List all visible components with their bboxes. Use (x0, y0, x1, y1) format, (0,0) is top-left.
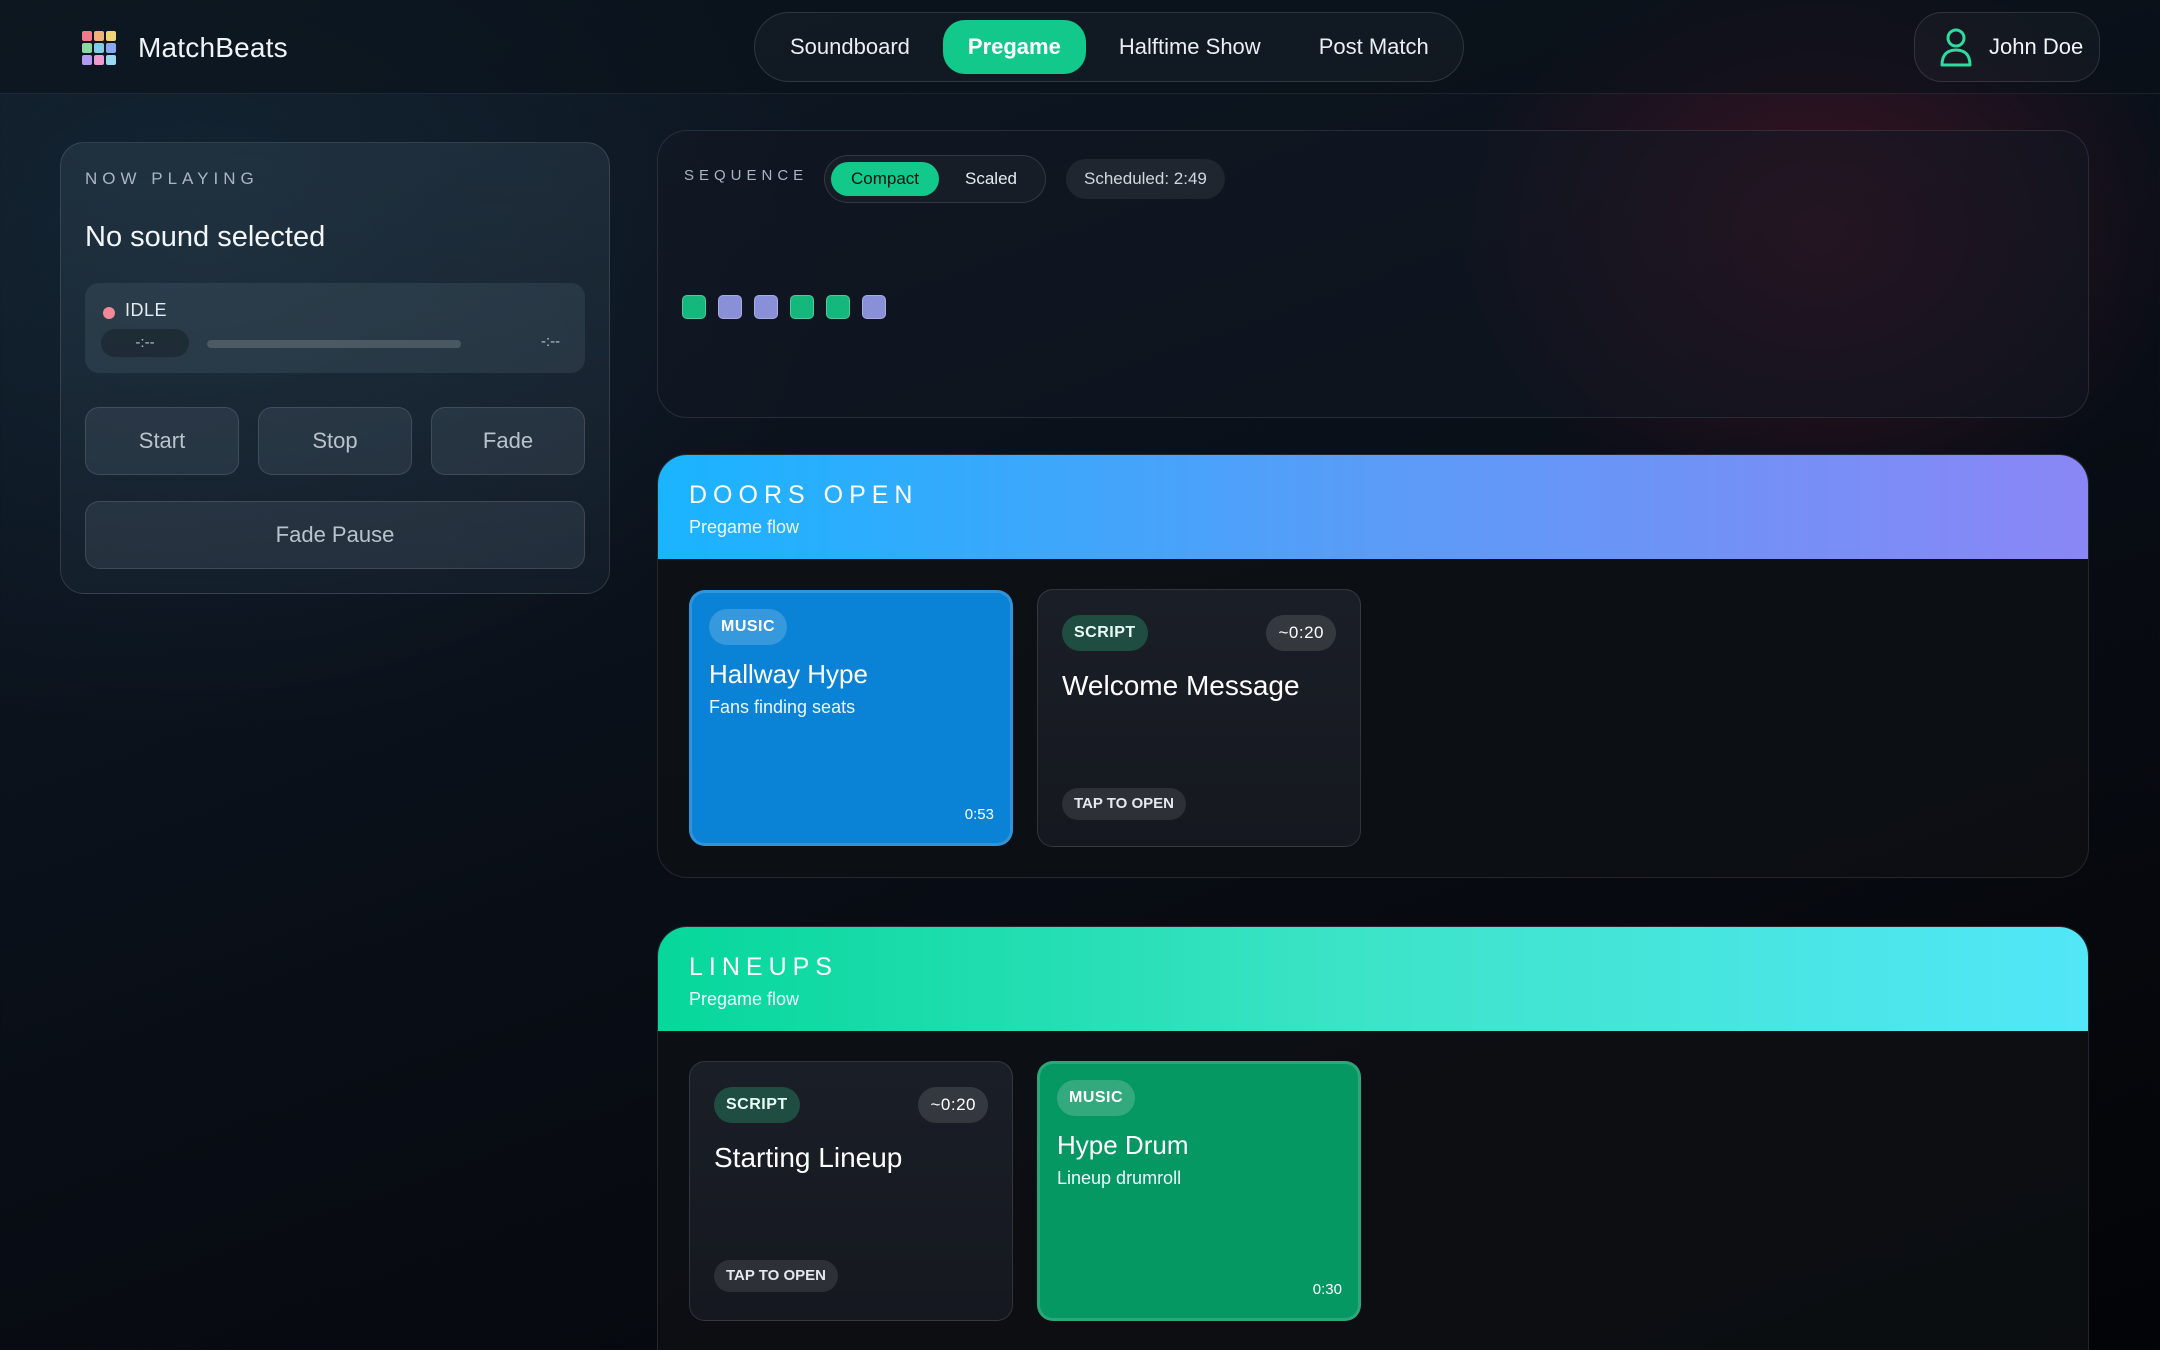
now-playing-panel: NOW PLAYING No sound selected IDLE -:-- … (60, 142, 610, 594)
user-icon (1940, 28, 1972, 67)
tap-to-open-label: TAP TO OPEN (1062, 788, 1187, 820)
card-title: Hype Drum (1057, 1130, 1189, 1160)
script-card-starting-lineup[interactable]: SCRIPT ~0:20 Starting Lineup TAP TO OPEN (689, 1061, 1013, 1321)
script-duration: ~0:20 (1266, 615, 1336, 651)
section-lineups: LINEUPS Pregame flow SCRIPT ~0:20 Starti… (657, 926, 2089, 1350)
script-card-welcome-message[interactable]: SCRIPT ~0:20 Welcome Message TAP TO OPEN (1037, 589, 1361, 847)
sound-card-hallway-hype[interactable]: MUSIC Hallway Hype Fans finding seats 0:… (689, 590, 1013, 846)
card-title: Starting Lineup (714, 1142, 903, 1173)
remaining-time: -:-- (541, 333, 561, 350)
card-duration: 0:30 (1312, 1281, 1342, 1298)
progress-bar[interactable] (207, 340, 461, 348)
tab-soundboard[interactable]: Soundboard (765, 20, 935, 74)
card-subtitle: Fans finding seats (709, 697, 856, 717)
sequence-panel: SEQUENCE Compact Scaled Scheduled: 2:49 (657, 130, 2089, 418)
now-playing-title: No sound selected (85, 221, 326, 253)
card-type-badge: MUSIC (1057, 1080, 1136, 1116)
sequence-block-script[interactable] (754, 295, 778, 319)
tab-pregame[interactable]: Pregame (942, 20, 1086, 74)
app-grid-icon (82, 31, 116, 65)
card-title: Hallway Hype (709, 659, 868, 689)
section-subtitle: Pregame flow (689, 989, 800, 1009)
elapsed-time: -:-- (101, 329, 189, 357)
card-duration: 0:53 (964, 806, 994, 823)
sequence-block-music[interactable] (790, 295, 814, 319)
stop-button[interactable]: Stop (258, 407, 412, 475)
card-type-badge: MUSIC (709, 609, 788, 645)
section-doors-open: DOORS OPEN Pregame flow MUSIC Hallway Hy… (657, 454, 2089, 878)
sound-card-hype-drum[interactable]: MUSIC Hype Drum Lineup drumroll 0:30 (1037, 1061, 1361, 1321)
tap-to-open-label: TAP TO OPEN (714, 1260, 839, 1292)
sequence-block-music[interactable] (826, 295, 850, 319)
section-header: LINEUPS Pregame flow (658, 927, 2088, 1031)
app-name: MatchBeats (138, 32, 288, 63)
card-title: Welcome Message (1062, 670, 1300, 701)
sequence-label: SEQUENCE (684, 167, 809, 184)
sequence-block-music[interactable] (682, 295, 706, 319)
brand[interactable]: MatchBeats (82, 30, 288, 66)
user-menu-button[interactable]: John Doe (1914, 12, 2100, 82)
section-title: LINEUPS (689, 953, 838, 981)
status-text: IDLE (125, 300, 168, 320)
mode-compact[interactable]: Compact (831, 162, 939, 196)
user-name: John Doe (1989, 34, 2084, 59)
section-title: DOORS OPEN (689, 481, 919, 509)
start-button[interactable]: Start (85, 407, 239, 475)
card-type-badge: SCRIPT (714, 1087, 800, 1123)
now-playing-label: NOW PLAYING (85, 169, 259, 188)
sequence-block-script[interactable] (862, 295, 886, 319)
playback-status: IDLE -:-- -:-- (85, 283, 585, 373)
tab-halftime-show[interactable]: Halftime Show (1094, 20, 1286, 74)
sequence-mode-toggle: Compact Scaled (824, 155, 1046, 203)
card-type-badge: SCRIPT (1062, 615, 1148, 651)
sequence-block-script[interactable] (718, 295, 742, 319)
main-nav: Soundboard Pregame Halftime Show Post Ma… (754, 12, 1464, 82)
fade-pause-button[interactable]: Fade Pause (85, 501, 585, 569)
section-subtitle: Pregame flow (689, 517, 800, 537)
mode-scaled[interactable]: Scaled (943, 162, 1039, 196)
section-header: DOORS OPEN Pregame flow (658, 455, 2088, 559)
tab-post-match[interactable]: Post Match (1294, 20, 1454, 74)
script-duration: ~0:20 (918, 1087, 988, 1123)
card-subtitle: Lineup drumroll (1057, 1168, 1182, 1188)
top-bar: MatchBeats Soundboard Pregame Halftime S… (0, 0, 2160, 94)
fade-button[interactable]: Fade (431, 407, 585, 475)
sequence-timeline (682, 295, 898, 319)
scheduled-duration: Scheduled: 2:49 (1066, 159, 1225, 199)
status-dot-icon (103, 307, 115, 319)
